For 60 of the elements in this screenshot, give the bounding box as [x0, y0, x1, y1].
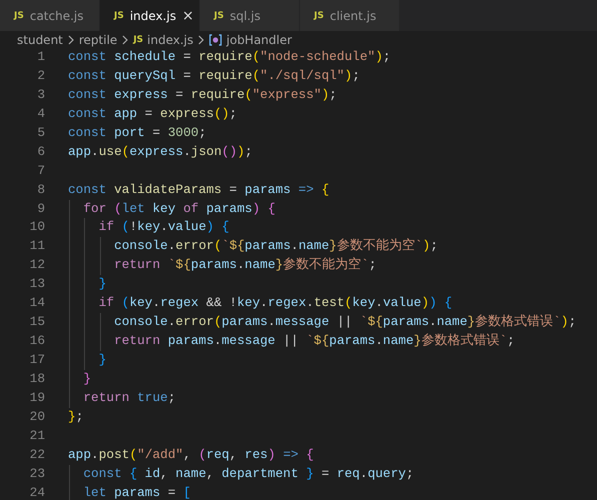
code-line: app.post("/add", (req, res) => { — [68, 446, 314, 464]
code-line: if (!key.value) { — [68, 218, 230, 238]
code-line: return params.message || `${params.name}参数格式错误`; — [68, 332, 515, 351]
chevron-icon — [197, 34, 206, 44]
breadcrumb-item[interactable]: index.js — [147, 32, 194, 46]
code-line: const querySql = require("./sql/sql"); — [68, 66, 360, 85]
line-number: 5 — [36, 124, 45, 142]
line-number: 12 — [28, 256, 45, 274]
code-line: console.error(`${params.name}参数不能为空`); — [68, 237, 438, 256]
line-number: 9 — [36, 200, 45, 218]
code-line: app.use(express.json()); — [68, 142, 252, 161]
line-number: 15 — [28, 313, 45, 332]
code-line: }; — [68, 408, 84, 426]
line-number: 23 — [28, 464, 45, 483]
editor-tab[interactable]: JS sql.js — [200, 0, 300, 31]
code-line: const port = 3000; — [68, 124, 206, 142]
code-line: let params = [ — [68, 484, 191, 500]
code-line: for (let key of params) { — [68, 200, 276, 218]
code-line: const express = require("express"); — [68, 86, 337, 104]
breadcrumb-item[interactable]: student — [17, 32, 63, 46]
code-line: return `${params.name}参数不能为空`; — [68, 256, 376, 276]
line-number: 16 — [28, 332, 45, 350]
code-line: if (key.regex && !key.regex.test(key.value)) { — [68, 294, 452, 314]
line-number: 24 — [28, 484, 45, 500]
line-number: 22 — [28, 446, 45, 464]
line-number: 18 — [28, 370, 45, 388]
line-number: 1 — [36, 48, 45, 66]
code-line: console.error(params.message || `${params.name}参数格式错误`); — [68, 313, 576, 332]
code-line: return true; — [68, 388, 176, 408]
close-icon[interactable]: × — [182, 8, 194, 24]
line-number: 4 — [36, 104, 45, 123]
line-number: 14 — [28, 294, 45, 312]
code-line: } — [68, 351, 106, 370]
line-number: 20 — [28, 408, 45, 426]
line-number: 21 — [28, 426, 45, 445]
line-number: 7 — [36, 162, 45, 180]
line-number: 19 — [28, 388, 45, 407]
editor-tab[interactable]: JS client.js — [300, 0, 400, 31]
line-number: 13 — [28, 275, 45, 294]
breadcrumb-item[interactable]: reptile — [78, 32, 118, 46]
code-line: } — [68, 370, 92, 389]
line-number: 11 — [28, 237, 45, 256]
line-number: 8 — [36, 180, 45, 199]
chevron-icon — [66, 34, 75, 44]
line-number: 6 — [36, 142, 45, 161]
code-line: } — [68, 275, 106, 294]
editor-tab[interactable]: JS index.js × — [100, 0, 200, 31]
editor-tab[interactable]: JS catche.js — [0, 0, 100, 31]
line-number: 2 — [36, 66, 45, 85]
code-line: const validateParams = params => { — [68, 180, 330, 199]
code-line: const { id, name, department } = req.query; — [68, 464, 414, 484]
line-number: 17 — [28, 351, 45, 369]
symbol-icon — [209, 34, 222, 46]
code-line: const app = express(); — [68, 104, 237, 123]
js-file-icon: JS — [133, 34, 144, 44]
line-number: 10 — [28, 218, 45, 236]
line-number: 3 — [36, 86, 45, 104]
breadcrumb-item[interactable]: jobHandler — [226, 32, 292, 46]
chevron-icon — [121, 34, 130, 44]
code-line: const schedule = require("node-schedule"); — [68, 48, 391, 66]
